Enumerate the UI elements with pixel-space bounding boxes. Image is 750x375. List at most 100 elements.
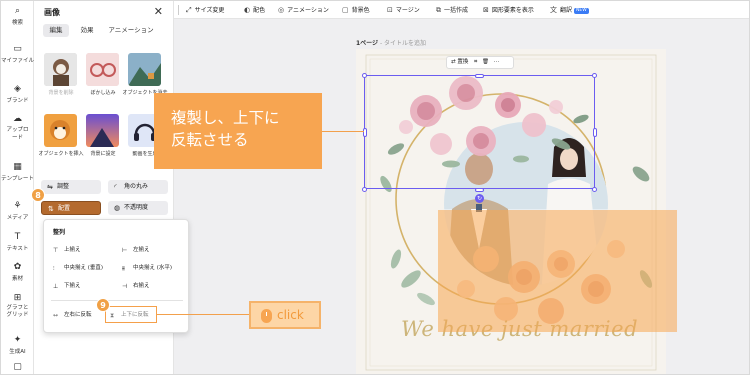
chart-grid-icon: ⊞ xyxy=(13,293,22,303)
tab-effects[interactable]: 効果 xyxy=(74,24,100,37)
click-connector-line xyxy=(157,314,249,315)
rail-brand[interactable]: ◈ ブランド xyxy=(1,85,34,105)
tool-label: ぼかし込み xyxy=(90,90,116,96)
align-middle-h-item[interactable]: ⫵ 中央揃え (水平) xyxy=(122,264,172,273)
resize-icon: ⤢ xyxy=(186,6,192,14)
toolbar-label: マージン xyxy=(395,7,420,14)
resize-handle-bottom[interactable] xyxy=(475,188,484,192)
animation-icon: ◎ xyxy=(278,6,285,14)
crop-icon[interactable]: ⌗ xyxy=(474,59,477,65)
rail-label: テンプレート xyxy=(1,176,34,182)
rotate-icon[interactable]: ↻ xyxy=(475,194,484,203)
popup-title: 整列 xyxy=(53,229,66,236)
rail-search[interactable]: ⌕ 検索 xyxy=(1,7,34,27)
page-label: 1ページ - タイトルを追加 xyxy=(356,38,426,47)
tab-edit[interactable]: 編集 xyxy=(43,24,69,37)
page-title-input[interactable]: - タイトルを追加 xyxy=(378,40,426,47)
toolbar-label: サイズ変更 xyxy=(194,7,225,14)
rail-label: グラフとグリッド xyxy=(6,305,29,318)
rail-elements[interactable]: ✿ 素材 xyxy=(1,262,34,283)
callout-line-1: 複製し、上下に xyxy=(171,109,280,127)
rail-media[interactable]: ⚘ メディア xyxy=(1,201,34,222)
align-top-item[interactable]: ⊤ 上揃え xyxy=(53,246,81,255)
item-label: 上揃え xyxy=(64,247,81,253)
background-color-button[interactable]: ▢ 背景色 xyxy=(342,1,370,19)
set-background-thumb[interactable] xyxy=(86,114,119,147)
resize-handle-bl[interactable] xyxy=(362,187,367,192)
media-icon: ⚘ xyxy=(13,201,22,211)
align-left-item[interactable]: ⊢ 左揃え xyxy=(122,246,150,255)
resize-handle-left[interactable] xyxy=(363,128,367,137)
batch-create-button[interactable]: ⧉ 一括作成 xyxy=(436,1,468,19)
opacity-button[interactable]: ◍ 不透明度 xyxy=(108,201,168,215)
instruction-callout: 複製し、上下に 反転させる xyxy=(154,93,322,169)
mouse-icon xyxy=(261,309,272,323)
resize-handle-br[interactable] xyxy=(592,187,597,192)
rail-label: マイファイル xyxy=(1,58,35,64)
rail-more[interactable]: ▢ xyxy=(1,363,34,374)
page-number: 1ページ xyxy=(356,40,379,47)
rail-label: アップロード xyxy=(6,127,29,141)
resize-handle-tl[interactable] xyxy=(362,73,367,78)
remove-background-thumb[interactable] xyxy=(44,53,77,86)
corner-label: 角の丸み xyxy=(124,183,149,190)
ai-icon: ✦ xyxy=(13,335,22,345)
rail-ai[interactable]: ✦ 生成AI xyxy=(1,335,34,356)
align-bottom-item[interactable]: ⊥ 下揃え xyxy=(53,282,81,291)
dog-icon xyxy=(44,53,77,86)
insert-object-thumb[interactable] xyxy=(44,114,77,147)
flip-horizontal-item[interactable]: ⇿ 左右に反転 xyxy=(53,311,92,320)
corner-icon: ◜ xyxy=(114,183,117,191)
margin-button[interactable]: ⊡ マージン xyxy=(387,1,420,19)
elements-icon: ✿ xyxy=(13,262,22,272)
rail-chart-grid[interactable]: ⊞ グラフとグリッド xyxy=(1,294,34,319)
callout-line-2: 反転させる xyxy=(171,131,249,149)
blur-thumb[interactable] xyxy=(86,53,119,86)
tab-animation[interactable]: アニメーション xyxy=(104,24,158,37)
rail-template[interactable]: ▦ テンプレート xyxy=(1,163,34,183)
more-icon[interactable]: ⋯ xyxy=(494,59,500,65)
erase-object-thumb[interactable] xyxy=(128,53,161,86)
item-label: 下揃え xyxy=(64,283,81,289)
animation-button[interactable]: ◎ アニメーション xyxy=(278,1,329,19)
left-rail: ⌕ 検索 ▭ マイファイル ◈ ブランド ☁ アップロード ▦ テンプレート ⚘… xyxy=(1,1,35,374)
rail-my-files[interactable]: ▭ マイファイル xyxy=(1,44,35,65)
replace-icon[interactable]: ⇄ xyxy=(451,59,456,65)
adjust-button[interactable]: ⇋ 調整 xyxy=(41,180,101,194)
resize-handle-top[interactable] xyxy=(475,74,484,78)
rail-label: メディア xyxy=(6,215,29,221)
show-shapes-button[interactable]: ⊠ 図形要素を表示 xyxy=(483,1,534,19)
click-label: click xyxy=(277,308,304,322)
trash-icon[interactable]: 🗑 xyxy=(482,59,489,65)
resize-button[interactable]: ⤢ サイズ変更 xyxy=(186,1,224,19)
replace-label[interactable]: 置換 xyxy=(457,59,468,65)
folder-icon: ▭ xyxy=(13,44,22,54)
align-middle-h-icon: ⫵ xyxy=(122,265,125,272)
corner-radius-button[interactable]: ◜ 角の丸み xyxy=(108,180,168,194)
batch-icon: ⧉ xyxy=(436,6,441,14)
item-label: 左揃え xyxy=(133,247,150,253)
item-label: 中央揃え (垂直) xyxy=(64,265,104,271)
toolbar-separator xyxy=(178,5,179,15)
opacity-icon: ◍ xyxy=(114,204,121,212)
item-label: 中央揃え (水平) xyxy=(133,265,173,271)
translate-icon: 文 xyxy=(550,6,557,14)
translate-button[interactable]: 文翻訳 NEW xyxy=(550,1,589,19)
arrange-button[interactable]: ⇅ 配置 xyxy=(41,201,101,215)
close-icon[interactable]: ✕ xyxy=(154,5,163,18)
rail-upload[interactable]: ☁ アップロード xyxy=(1,115,34,142)
rail-label: ブランド xyxy=(6,98,29,104)
callout-connector-line xyxy=(322,131,364,132)
palette-button[interactable]: ◐ 配色 xyxy=(244,1,265,19)
toolbar-label: 一括作成 xyxy=(444,7,469,14)
selection-box[interactable] xyxy=(364,75,595,189)
align-middle-v-item[interactable]: ⫶ 中央揃え (垂直) xyxy=(53,264,103,273)
resize-handle-tr[interactable] xyxy=(592,73,597,78)
resize-handle-right[interactable] xyxy=(593,128,597,137)
step-9-marker: 9 xyxy=(96,298,110,312)
rail-text[interactable]: T テキスト xyxy=(1,233,34,253)
item-label: 右揃え xyxy=(133,283,150,289)
margin-icon: ⊡ xyxy=(387,6,393,14)
align-right-item[interactable]: ⊣ 右揃え xyxy=(122,282,150,291)
rail-label: 検索 xyxy=(11,20,23,26)
